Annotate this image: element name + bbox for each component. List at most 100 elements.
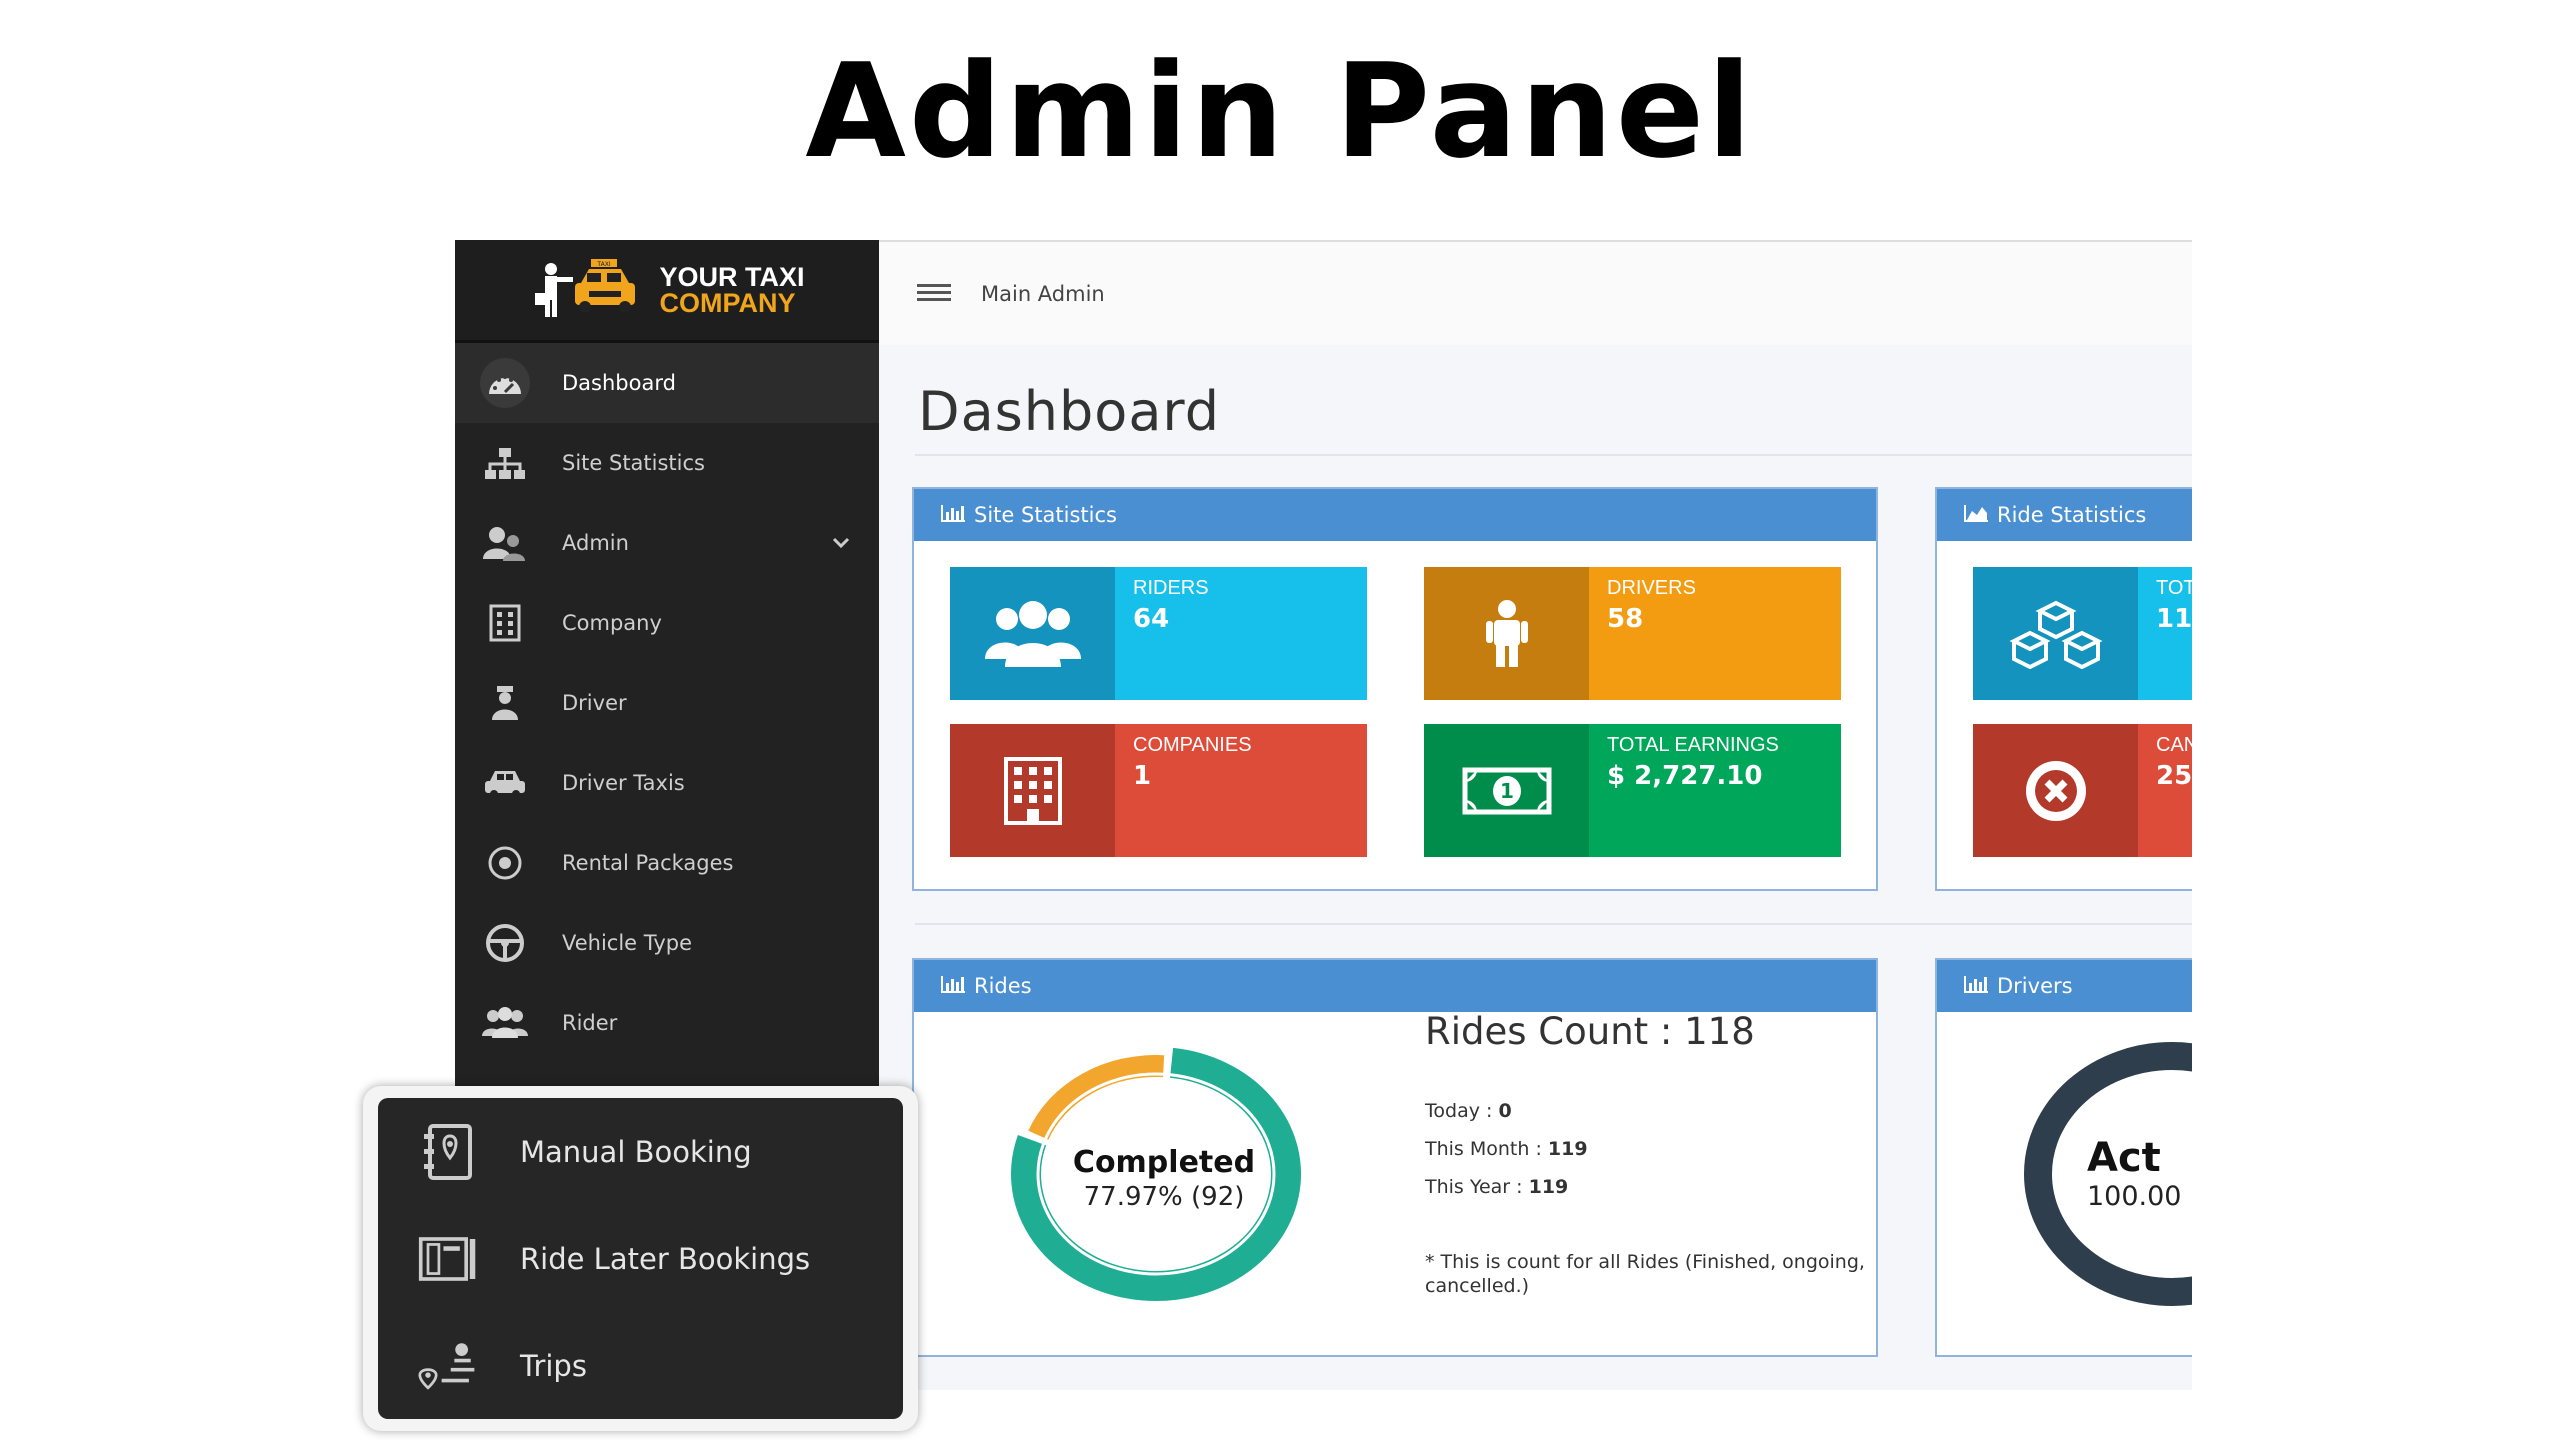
person-icon [1424,567,1589,700]
building-icon [480,598,530,648]
quick-menu-label: Trips [520,1348,587,1383]
trips-route-icon [418,1336,478,1396]
bar-chart-icon [1963,974,1989,999]
site-statistics-panel: Site Statistics RIDERS 64 DRIVERS 58 COM… [912,487,1878,891]
companies-tile[interactable]: COMPANIES 1 [950,724,1367,857]
bar-chart-icon [940,974,966,999]
drivers-panel: Drivers Act 100.00 [1935,958,2192,1357]
svg-text:1: 1 [1500,779,1514,803]
riders-tile[interactable]: RIDERS 64 [950,567,1367,700]
total-earnings-tile[interactable]: 1 TOTAL EARNINGS $ 2,727.10 [1424,724,1841,857]
title-divider [915,454,2192,456]
riders-icon [480,998,530,1048]
panel-title: Drivers [1997,974,2073,998]
sidebar-item-label: Rider [562,1011,618,1035]
sidebar-nav: Dashboard Site Statistics Admin Company … [455,343,879,1063]
bookings-icon [418,1229,478,1289]
building-icon [950,724,1115,857]
sidebar-item-label: Driver Taxis [562,771,685,795]
dashboard-title: Dashboard [918,380,1220,443]
tile-label: DRIVERS [1607,577,1696,599]
steering-wheel-icon [480,918,530,968]
sitemap-icon [480,438,530,488]
sidebar-item-label: Dashboard [562,371,676,395]
brand-logo[interactable]: TAXI YOUR TAXI COMPANY [455,240,879,343]
driver-icon [480,678,530,728]
drivers-tile[interactable]: DRIVERS 58 [1424,567,1841,700]
brand-name-line1: YOUR TAXI [659,262,805,292]
tile-value: 58 [1607,604,1644,634]
panel-header: Rides [914,960,1876,1012]
sidebar-item-dashboard[interactable]: Dashboard [455,343,879,423]
top-bar: Main Admin [879,240,2192,345]
tile-value: 25 [2156,761,2192,791]
remaining-arc [1028,1055,1165,1141]
donut-value: 100.00 [2087,1181,2182,1212]
quick-menu-label: Manual Booking [520,1134,752,1169]
quick-menu-label: Ride Later Bookings [520,1241,811,1276]
cubes-icon [1973,567,2138,700]
tile-label: TOTAL EARNINGS [1607,734,1779,756]
rides-panel: Rides Completed 77.97% (92) Rides Count … [912,958,1878,1357]
sidebar-item-label: Admin [562,531,629,555]
panel-header: Site Statistics [914,489,1876,541]
area-chart-icon [1963,503,1989,528]
rides-note: * This is count for all Rides (Finished,… [1425,1251,1865,1297]
tile-label: CAN [2156,734,2192,756]
tile-label: TOT [2156,577,2192,599]
cancel-circle-icon [1973,724,2138,857]
tile-value: $ 2,727.10 [1607,761,1763,791]
section-divider [915,923,2192,925]
tile-value: 1 [1133,761,1152,791]
panel-header: Drivers [1937,960,2192,1012]
sidebar-item-vehicle-type[interactable]: Vehicle Type [455,903,879,983]
users-icon [950,567,1115,700]
sidebar-item-label: Driver [562,691,627,715]
tile-value: 118 [2156,604,2192,634]
sidebar-item-label: Rental Packages [562,851,734,875]
sidebar-item-rental-packages[interactable]: Rental Packages [455,823,879,903]
sidebar-item-driver[interactable]: Driver [455,663,879,743]
quick-menu-item-trips[interactable]: Trips [378,1312,903,1419]
rides-this-year: This Year : 119 [1425,1176,1569,1198]
panel-header: Ride Statistics [1937,489,2192,541]
hamburger-menu-icon[interactable] [917,282,951,306]
rides-count: Rides Count : 118 [1425,1010,1755,1053]
brand-name-line2: COMPANY [659,288,796,318]
quick-menu-item-ride-later-bookings[interactable]: Ride Later Bookings [378,1205,903,1312]
sidebar-item-company[interactable]: Company [455,583,879,663]
rides-today: Today : 0 [1425,1100,1512,1122]
taxi-logo-icon: TAXI [529,253,649,327]
page-heading: Admin Panel [805,35,1755,187]
ride-statistics-panel: Ride Statistics TOT 118 CAN 25 [1935,487,2192,891]
map-book-icon [418,1122,478,1182]
logo-taxi-text: TAXI [597,261,611,268]
sidebar-item-label: Site Statistics [562,451,705,475]
chevron-down-icon[interactable] [831,531,851,555]
tile-value: 64 [1133,604,1170,634]
eye-icon [480,838,530,888]
rides-this-month: This Month : 119 [1425,1138,1588,1160]
total-rides-tile[interactable]: TOT 118 [1973,567,2192,700]
sidebar-item-site-statistics[interactable]: Site Statistics [455,423,879,503]
cancelled-rides-tile[interactable]: CAN 25 [1973,724,2192,857]
sidebar-item-admin[interactable]: Admin [455,503,879,583]
quick-menu-item-manual-booking[interactable]: Manual Booking [378,1098,903,1205]
panel-title: Ride Statistics [1997,503,2147,527]
current-user-label[interactable]: Main Admin [981,282,1105,306]
donut-label: Completed [1072,1145,1256,1180]
donut-label: Act [2087,1135,2161,1181]
donut-value: 77.97% (92) [1083,1182,1245,1212]
panel-title: Rides [974,974,1032,998]
car-icon [480,758,530,808]
panel-title: Site Statistics [974,503,1117,527]
sidebar-item-label: Vehicle Type [562,931,693,955]
dashboard-icon [480,358,530,408]
sidebar-item-label: Company [562,611,662,635]
tile-label: RIDERS [1133,577,1209,599]
money-icon: 1 [1424,724,1589,857]
sidebar-item-driver-taxis[interactable]: Driver Taxis [455,743,879,823]
tile-label: COMPANIES [1133,734,1252,756]
sidebar-item-rider[interactable]: Rider [455,983,879,1063]
quick-menu-callout: Manual Booking Ride Later Bookings Trips [363,1086,918,1431]
